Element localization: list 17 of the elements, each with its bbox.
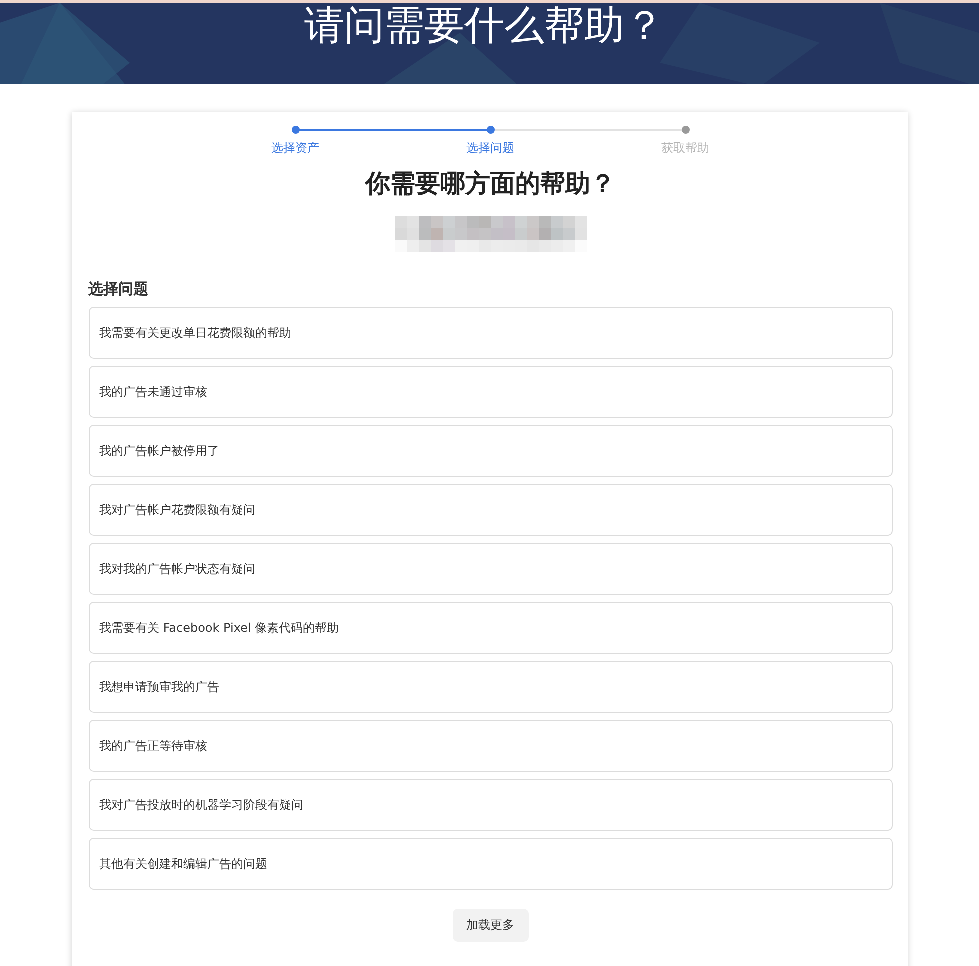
- section-title: 选择问题: [88, 280, 150, 299]
- issue-option[interactable]: 我的广告未通过审核: [88, 366, 892, 418]
- issue-option[interactable]: 我对我的广告帐户状态有疑问: [88, 543, 892, 595]
- step-label: 选择问题: [466, 140, 514, 157]
- step-label: 获取帮助: [662, 140, 710, 157]
- issue-option[interactable]: 我的广告正等待审核: [88, 720, 892, 772]
- issue-option[interactable]: 其他有关创建和编辑广告的问题: [88, 838, 892, 890]
- issue-option[interactable]: 我需要有关更改单日花费限额的帮助: [88, 307, 892, 359]
- load-more-button[interactable]: 加载更多: [452, 909, 528, 942]
- step-label: 选择资产: [272, 140, 320, 157]
- issue-option[interactable]: 我需要有关 Facebook Pixel 像素代码的帮助: [88, 602, 892, 654]
- issue-option[interactable]: 我的广告帐户被停用了: [88, 425, 892, 477]
- issue-option[interactable]: 我想申请预审我的广告: [88, 661, 892, 713]
- issue-option[interactable]: 我对广告投放时的机器学习阶段有疑问: [88, 779, 892, 831]
- issue-option[interactable]: 我对广告帐户花费限额有疑问: [88, 484, 892, 536]
- page-heading: 你需要哪方面的帮助？: [364, 168, 616, 200]
- banner-title: 请问需要什么帮助？: [304, 3, 664, 49]
